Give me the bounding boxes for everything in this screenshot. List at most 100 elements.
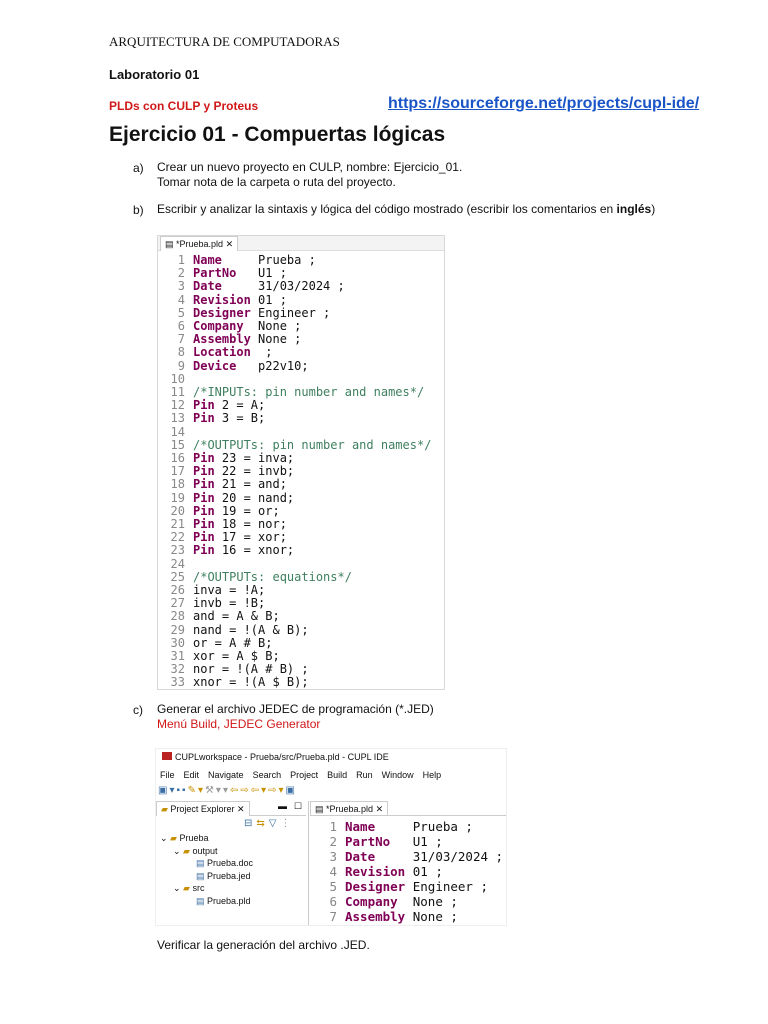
code-text: invb = !B; [193, 596, 266, 611]
ide-editor-tab[interactable]: ▤ *Prueba.pld ✕ [310, 801, 389, 816]
menu-search[interactable]: Search [253, 770, 282, 780]
tree-item[interactable]: ⌄ ▰ src [160, 882, 253, 895]
save-icon[interactable]: ▪▪ [176, 785, 187, 796]
view-menu-icon[interactable]: ⋮ [280, 818, 294, 829]
code-keyword: Pin [193, 503, 215, 518]
lab-subtitle: PLDs con CULP y Proteus [109, 99, 259, 113]
close-icon[interactable]: ✕ [376, 804, 384, 814]
line-number: 7 [177, 332, 185, 347]
file-icon: ▤ [196, 895, 208, 906]
code-text: 21 = and; [214, 477, 287, 492]
code-text: 23 = inva; [214, 451, 295, 465]
verify-text: Verificar la generación del archivo .JED… [157, 938, 370, 952]
code-line: 14 [158, 425, 193, 439]
line-number: 7 [329, 909, 337, 924]
nav-back-icon[interactable]: ⇦⇨⇦▾⇨▾ [230, 785, 286, 796]
menu-navigate[interactable]: Navigate [208, 770, 244, 780]
tree-item[interactable]: ▤ Prueba.doc [160, 857, 253, 870]
code-line: 3 Date 31/03/2024 ; [310, 849, 503, 864]
menu-edit[interactable]: Edit [184, 770, 200, 780]
line-number: 24 [170, 556, 185, 571]
menu-help[interactable]: Help [423, 770, 442, 780]
line-number: 9 [177, 358, 185, 373]
explorer-header: ▰ Project Explorer ✕ ▬ ☐ [156, 801, 306, 816]
file-icon: ▤ [196, 870, 208, 881]
menu-run[interactable]: Run [356, 770, 373, 780]
code-text: U1 ; [390, 834, 443, 849]
code-keyword: Pin [193, 543, 215, 558]
line-number: 3 [329, 849, 337, 864]
project-explorer-tab[interactable]: ▰ Project Explorer ✕ [156, 801, 250, 816]
explorer-toolbar: ⊟⇆▽⋮ [244, 818, 294, 829]
tree-label: output [192, 845, 218, 856]
editor-tab-label: *Prueba.pld [176, 239, 224, 249]
sourceforge-link[interactable]: https://sourceforge.net/projects/cupl-id… [388, 95, 699, 113]
step-b-body: Escribir y analizar la sintaxis y lógica… [157, 202, 617, 216]
menu-file[interactable]: File [160, 770, 175, 780]
line-number: 8 [177, 345, 185, 360]
close-icon[interactable]: ✕ [226, 239, 234, 249]
tree-item[interactable]: ▤ Prueba.jed [160, 870, 253, 883]
tree-item[interactable]: ▤ Prueba.pld [160, 895, 253, 908]
code-text: Engineer ; [405, 879, 489, 894]
minimize-icon[interactable]: ▬ [278, 801, 287, 811]
line-number: 2 [177, 266, 185, 281]
code-text: inva = !A; [193, 583, 266, 597]
new-icon[interactable]: ▣▾ [158, 785, 176, 796]
code-text: 2 = A; [214, 398, 266, 413]
folder-icon: ▰ [161, 804, 171, 814]
close-icon[interactable]: ✕ [237, 804, 245, 814]
code-comment: /*OUTPUTs: equations*/ [193, 569, 352, 584]
code-text: 31/03/2024 ; [375, 849, 504, 864]
tree-item[interactable]: ⌄ ▰ output [160, 845, 253, 858]
chevron-down-icon[interactable]: ⌄ [173, 883, 183, 893]
step-b-marker: b) [133, 203, 144, 217]
line-number: 4 [177, 292, 185, 307]
tree-label: Prueba.jed [207, 870, 251, 881]
step-c-marker: c) [133, 703, 143, 717]
step-c-text: Generar el archivo JEDEC de programación… [157, 702, 434, 732]
code-comment: /*INPUTs: pin number and names*/ [193, 385, 425, 399]
filter-icon[interactable]: ▽ [269, 818, 281, 829]
code-text: and = A & B; [193, 609, 280, 624]
code-text: 01 ; [250, 292, 287, 307]
menu-project[interactable]: Project [290, 770, 318, 780]
step-a-marker: a) [133, 161, 144, 175]
ide-editor: ▤ *Prueba.pld ✕ 1 Name Prueba ; 2 PartNo U1… [310, 801, 506, 925]
code-text: None ; [250, 332, 302, 347]
chevron-down-icon[interactable]: ⌄ [160, 833, 170, 843]
code-text: 18 = nor; [214, 517, 287, 531]
tree-label: src [192, 883, 205, 893]
code-keyword: Revision [345, 864, 406, 879]
step-c-line2: Menú Build, JEDEC Generator [157, 717, 321, 731]
tree-item[interactable]: ⌄ ▰ Prueba [160, 832, 253, 845]
step-c-line1: Generar el archivo JEDEC de programación… [157, 702, 434, 716]
ide-screenshot: CUPLworkspace - Prueba/src/Prueba.pld - … [155, 748, 507, 926]
maximize-icon[interactable]: ☐ [294, 801, 302, 812]
code-text: 17 = xor; [214, 530, 287, 545]
code-line: 6 Company None ; [310, 894, 457, 909]
line-number: 3 [177, 279, 185, 294]
menu-window[interactable]: Window [382, 770, 414, 780]
build-icon[interactable]: ✎▾ [188, 785, 205, 796]
file-icon: ▤ [165, 239, 177, 249]
code-line: 24 [158, 556, 193, 571]
link-editor-icon[interactable]: ⇆ [256, 818, 268, 829]
line-number: 2 [329, 834, 337, 849]
code-line: 33 xnor = !(A $ B); [158, 676, 309, 689]
step-a-text: Crear un nuevo proyecto en CULP, nombre:… [157, 160, 462, 190]
code-keyword: Assembly [345, 909, 406, 924]
chevron-down-icon[interactable]: ⌄ [173, 846, 183, 856]
code-text: 31/03/2024 ; [221, 279, 345, 294]
step-b-close: ) [651, 202, 656, 216]
code-keyword: Designer [193, 305, 251, 320]
line-number: 1 [329, 819, 337, 834]
code-keyword: Date [345, 849, 376, 864]
collapse-all-icon[interactable]: ⊟ [244, 818, 256, 829]
code-keyword: Pin [193, 451, 215, 465]
menu-build[interactable]: Build [327, 770, 347, 780]
tools-icon[interactable]: ⚒▾▾ [205, 785, 230, 796]
perspective-icon[interactable]: ▣ [286, 785, 297, 796]
code-text: U1 ; [236, 266, 287, 281]
editor-tab[interactable]: ▤ *Prueba.pld ✕ [160, 236, 239, 251]
